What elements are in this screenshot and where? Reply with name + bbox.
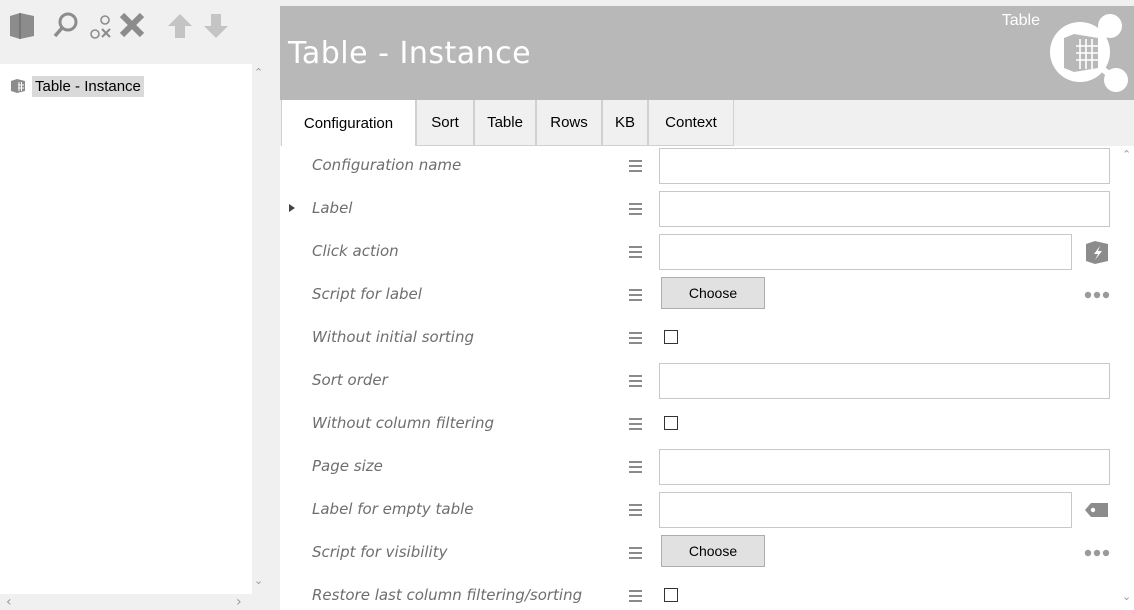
menu-icon[interactable] (629, 590, 642, 602)
menu-icon[interactable] (629, 461, 642, 473)
row-label: Label (280, 189, 1120, 232)
expand-arrow-icon[interactable] (288, 203, 296, 213)
object-type-label: Table (1001, 12, 1040, 29)
menu-icon[interactable] (629, 418, 642, 430)
tab-configuration[interactable]: Configuration (281, 100, 416, 146)
scroll-down-icon[interactable]: ⌄ (254, 574, 263, 587)
scroll-up-icon[interactable]: ⌃ (1122, 148, 1131, 161)
menu-icon[interactable] (629, 375, 642, 387)
search-icon[interactable] (52, 10, 80, 40)
field-label: Script for visibility (312, 543, 448, 561)
action-icon[interactable] (1083, 238, 1111, 266)
row-restore-last-column-filtering-sorting: Restore last column filtering/sorting (280, 576, 1120, 610)
table-icon (11, 79, 25, 93)
folder-icon[interactable] (8, 10, 36, 40)
without-initial-sorting-checkbox[interactable] (664, 330, 678, 344)
menu-icon[interactable] (629, 203, 642, 215)
row-sort-order: Sort order (280, 361, 1120, 404)
more-icon[interactable] (1083, 291, 1111, 299)
form-vertical-scrollbar[interactable]: ⌃ ⌄ (1120, 146, 1134, 610)
tab-context[interactable]: Context (648, 100, 734, 146)
field-label: Without initial sorting (312, 328, 474, 346)
row-without-column-filtering: Without column filtering (280, 404, 1120, 447)
tree-horizontal-scrollbar[interactable]: ‹ › (0, 594, 266, 610)
move-up-icon[interactable] (166, 10, 194, 40)
field-label: Page size (312, 457, 383, 475)
delete-icon[interactable] (118, 10, 146, 40)
field-label: Restore last column filtering/sorting (312, 586, 583, 604)
label-input[interactable] (659, 191, 1110, 227)
table-type-logo-icon (1050, 14, 1128, 92)
page-size-input[interactable] (659, 449, 1110, 485)
app-window: Table - Instance ⌃ ⌄ ‹ › Table - Instanc… (0, 0, 1134, 610)
more-icon[interactable] (1083, 549, 1111, 557)
tab-bar: Configuration Sort Table Rows KB Context (280, 100, 1134, 146)
disconnect-icon[interactable] (86, 10, 114, 40)
page-title: Table - Instance (288, 36, 532, 71)
choose-script-button[interactable]: Choose (661, 277, 765, 309)
menu-icon[interactable] (629, 160, 642, 172)
left-toolbar (0, 0, 266, 64)
field-label: Click action (312, 242, 399, 260)
configuration-name-input[interactable] (659, 148, 1110, 184)
label-for-empty-table-input[interactable] (659, 492, 1072, 528)
configuration-form: Configuration name Label Click action Sc… (280, 146, 1120, 610)
tree-item-label: Table - Instance (32, 75, 144, 97)
tree-item-table-instance[interactable]: Table - Instance (10, 75, 144, 97)
move-down-icon[interactable] (202, 10, 230, 40)
tree-vertical-scrollbar[interactable]: ⌃ ⌄ (252, 64, 266, 594)
row-click-action: Click action (280, 232, 1120, 275)
row-without-initial-sorting: Without initial sorting (280, 318, 1120, 361)
row-page-size: Page size (280, 447, 1120, 490)
header-bar: Table - Instance Table (280, 6, 1134, 100)
tab-sort[interactable]: Sort (416, 100, 474, 146)
field-label: Sort order (312, 371, 388, 389)
scroll-left-icon[interactable]: ‹ (6, 594, 12, 610)
tag-icon[interactable] (1083, 496, 1111, 524)
choose-visibility-script-button[interactable]: Choose (661, 535, 765, 567)
tree-view[interactable]: Table - Instance (0, 64, 252, 594)
menu-icon[interactable] (629, 246, 642, 258)
scroll-up-icon[interactable]: ⌃ (254, 66, 263, 79)
menu-icon[interactable] (629, 289, 642, 301)
without-column-filtering-checkbox[interactable] (664, 416, 678, 430)
row-script-for-label: Script for label Choose (280, 275, 1120, 318)
field-label: Configuration name (312, 156, 462, 174)
click-action-input[interactable] (659, 234, 1072, 270)
menu-icon[interactable] (629, 547, 642, 559)
tab-table[interactable]: Table (474, 100, 536, 146)
field-label: Script for label (312, 285, 422, 303)
scroll-down-icon[interactable]: ⌄ (1122, 590, 1131, 603)
row-script-for-visibility: Script for visibility Choose (280, 533, 1120, 576)
field-label: Without column filtering (312, 414, 495, 432)
menu-icon[interactable] (629, 332, 642, 344)
menu-icon[interactable] (629, 504, 642, 516)
tab-kb[interactable]: KB (602, 100, 648, 146)
scroll-right-icon[interactable]: › (236, 594, 242, 610)
restore-last-column-filtering-checkbox[interactable] (664, 588, 678, 602)
field-label: Label for empty table (312, 500, 474, 518)
field-label: Label (312, 199, 353, 217)
row-configuration-name: Configuration name (280, 146, 1120, 189)
row-label-for-empty-table: Label for empty table (280, 490, 1120, 533)
sort-order-input[interactable] (659, 363, 1110, 399)
tab-rows[interactable]: Rows (536, 100, 602, 146)
